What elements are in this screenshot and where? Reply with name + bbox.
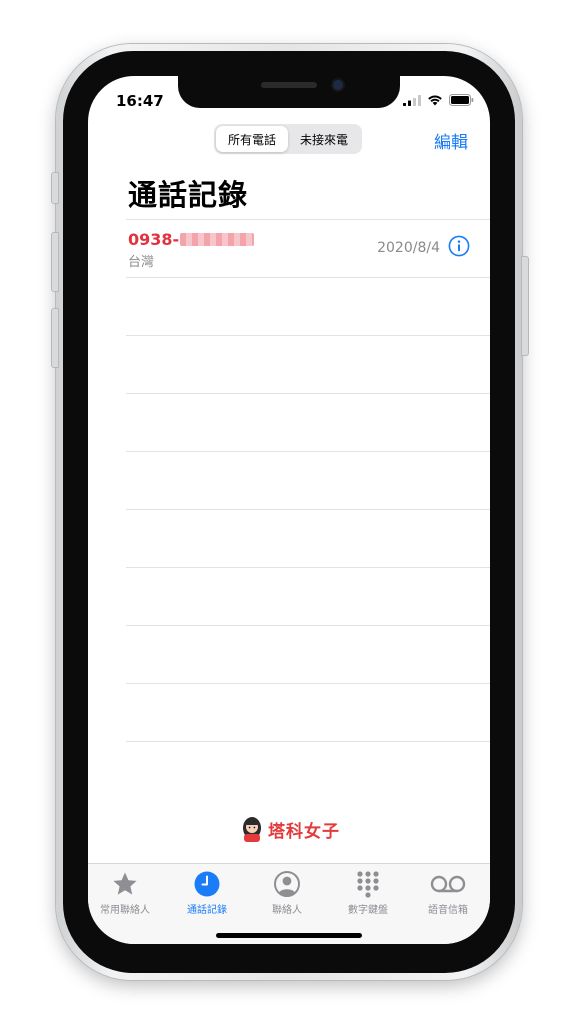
- recents-list: 0938- 台灣 2020/8/4: [126, 219, 490, 799]
- tab-label: 聯絡人: [272, 905, 302, 916]
- page-title: 通話記錄: [128, 178, 249, 212]
- list-row-separator: [126, 625, 490, 683]
- clock-icon: [194, 871, 220, 897]
- power-button: [521, 256, 529, 356]
- star-icon: [113, 872, 137, 895]
- tab-keypad[interactable]: 數字鍵盤: [328, 870, 408, 916]
- tab-label: 常用聯絡人: [100, 905, 150, 916]
- mute-switch: [51, 172, 59, 204]
- girl-avatar-icon: [243, 817, 261, 842]
- volume-down-button: [51, 308, 59, 368]
- tab-recents[interactable]: 通話記錄: [167, 870, 247, 916]
- watermark-logo: 塔科女子: [240, 816, 340, 842]
- watermark-text: 塔科女子: [268, 821, 340, 842]
- tab-voicemail[interactable]: 語音信箱: [408, 870, 488, 916]
- list-row-separator: [126, 683, 490, 741]
- volume-up-button: [51, 232, 59, 292]
- list-row-separator: [126, 335, 490, 393]
- notch: [178, 76, 400, 108]
- keypad-icon: [357, 871, 379, 898]
- tab-bar: 常用聯絡人 通話記錄 聯絡人 數字鍵盤 語音信箱: [88, 863, 490, 944]
- call-row[interactable]: 0938- 台灣 2020/8/4: [126, 219, 490, 277]
- list-row-separator: [126, 741, 490, 799]
- phone-screen: 16:47 所有電話 未接來電 編輯 通話記錄 0938- 台灣 2020/8/…: [88, 76, 490, 944]
- info-icon[interactable]: [448, 235, 470, 257]
- battery-icon: [449, 94, 474, 106]
- tab-favorites[interactable]: 常用聯絡人: [88, 870, 165, 916]
- redacted-number-mask: [180, 233, 255, 246]
- segment-all-calls[interactable]: 所有電話: [216, 126, 288, 152]
- tab-contacts[interactable]: 聯絡人: [247, 870, 327, 916]
- list-row-separator: [126, 277, 490, 335]
- signal-icon: [403, 94, 421, 106]
- list-row-separator: [126, 451, 490, 509]
- tab-label: 數字鍵盤: [348, 905, 388, 916]
- status-icons: [403, 94, 474, 106]
- call-filter-segmented-control[interactable]: 所有電話 未接來電: [214, 124, 362, 154]
- person-circle-icon: [274, 871, 300, 897]
- call-number: 0938-: [128, 230, 255, 249]
- segment-missed-calls[interactable]: 未接來電: [288, 126, 360, 152]
- tab-label: 語音信箱: [428, 905, 468, 916]
- call-number-prefix: 0938-: [128, 230, 180, 249]
- list-row-separator: [126, 509, 490, 567]
- list-row-separator: [126, 393, 490, 451]
- call-region: 台灣: [128, 255, 155, 270]
- voicemail-icon: [430, 875, 466, 893]
- earpiece-speaker: [261, 82, 317, 88]
- list-row-separator: [126, 567, 490, 625]
- edit-button[interactable]: 編輯: [434, 128, 468, 153]
- wifi-icon: [428, 95, 442, 106]
- call-date: 2020/8/4: [377, 240, 440, 256]
- tab-label: 通話記錄: [187, 905, 227, 916]
- home-indicator[interactable]: [216, 933, 362, 938]
- front-camera: [333, 80, 343, 90]
- status-time: 16:47: [116, 92, 164, 110]
